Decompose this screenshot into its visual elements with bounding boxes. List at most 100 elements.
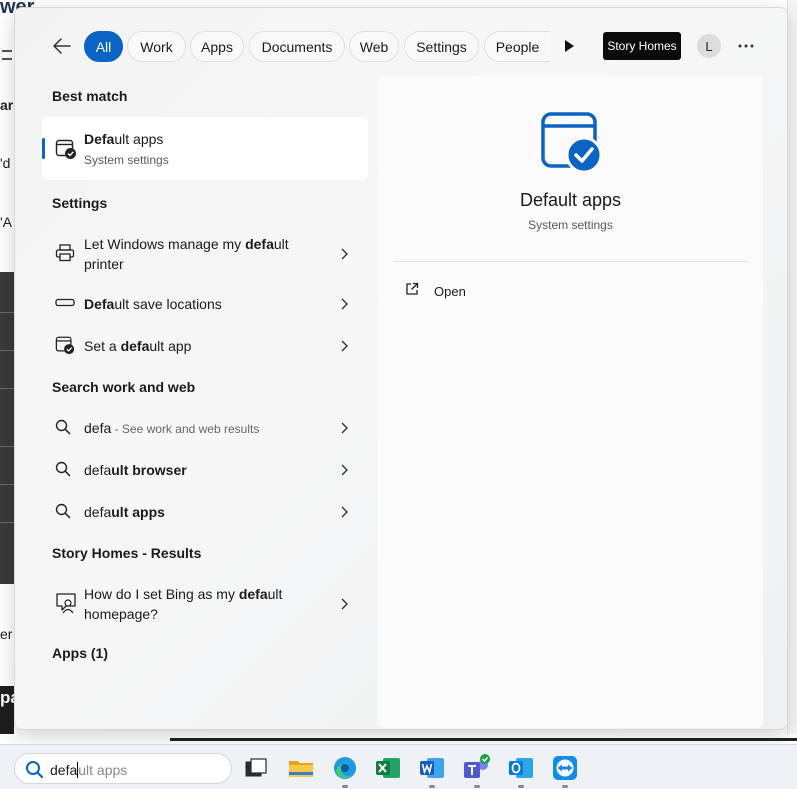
best-match-heading: Best match bbox=[52, 88, 128, 104]
result-label: default browser bbox=[84, 462, 187, 478]
file-explorer-button[interactable] bbox=[286, 753, 316, 783]
tab-people[interactable]: People bbox=[484, 31, 550, 62]
search-icon bbox=[55, 419, 71, 435]
chevron-right-icon bbox=[341, 506, 348, 518]
web-result-defa[interactable]: defa - See work and web results bbox=[42, 417, 368, 439]
org-result-bing-homepage[interactable]: How do I set Bing as my default homepage… bbox=[42, 582, 368, 626]
drive-icon bbox=[55, 298, 75, 307]
result-label: Set a default app bbox=[84, 338, 192, 354]
more-options-button[interactable] bbox=[735, 35, 757, 57]
organization-badge[interactable]: Story Homes bbox=[603, 32, 681, 60]
open-external-icon bbox=[406, 282, 419, 295]
search-icon bbox=[55, 461, 71, 477]
result-let-windows-manage-printer[interactable]: Let Windows manage my default printer bbox=[42, 232, 368, 276]
taskbar-search-box[interactable]: default apps bbox=[14, 753, 232, 784]
default-apps-icon bbox=[55, 336, 75, 355]
chevron-right-icon bbox=[341, 340, 348, 352]
running-indicator bbox=[518, 785, 524, 788]
running-indicator bbox=[429, 785, 435, 788]
task-view-icon bbox=[245, 758, 267, 777]
default-apps-large-icon bbox=[541, 112, 603, 174]
arrow-left-icon bbox=[53, 38, 71, 54]
search-query-text: default apps bbox=[50, 762, 128, 778]
excel-button[interactable] bbox=[373, 753, 403, 783]
ellipsis-icon bbox=[738, 44, 754, 48]
bg-dark-panel bbox=[0, 272, 14, 584]
apps-heading: Apps (1) bbox=[52, 645, 108, 661]
result-label: default apps bbox=[84, 504, 165, 520]
detail-pane: Default apps System settings Open bbox=[378, 76, 763, 728]
best-match-title: Default apps bbox=[84, 131, 164, 147]
result-set-a-default-app[interactable]: Set a default app bbox=[42, 335, 368, 357]
tab-web[interactable]: Web bbox=[349, 31, 399, 62]
result-label: defa - See work and web results bbox=[84, 420, 260, 436]
bg-divider bbox=[0, 522, 14, 523]
outlook-icon bbox=[509, 758, 533, 778]
running-indicator bbox=[342, 785, 348, 788]
bg-divider bbox=[0, 388, 14, 389]
organization-results-heading: Story Homes - Results bbox=[52, 545, 202, 561]
open-label: Open bbox=[434, 284, 466, 299]
chat-person-icon bbox=[56, 593, 76, 614]
teamviewer-button[interactable] bbox=[550, 753, 580, 788]
detail-divider bbox=[393, 261, 748, 262]
printer-icon bbox=[55, 244, 75, 262]
chevron-right-icon bbox=[341, 422, 348, 434]
back-button[interactable] bbox=[49, 33, 75, 59]
search-icon bbox=[55, 503, 71, 519]
result-label: Let Windows manage my default printer bbox=[84, 236, 289, 272]
teams-icon bbox=[464, 754, 490, 778]
task-view-button[interactable] bbox=[241, 753, 271, 783]
bg-text-fragment: 'A bbox=[0, 214, 13, 230]
folder-icon bbox=[289, 761, 313, 777]
tab-apps[interactable]: Apps bbox=[190, 31, 244, 62]
taskbar: default apps bbox=[0, 744, 797, 789]
bg-text-fragment: er bbox=[0, 626, 13, 642]
result-default-save-locations[interactable]: Default save locations bbox=[42, 293, 368, 315]
web-result-default-browser[interactable]: default browser bbox=[42, 459, 368, 481]
bg-divider bbox=[0, 484, 14, 485]
tab-settings[interactable]: Settings bbox=[404, 31, 479, 62]
bg-bottom-rule bbox=[0, 734, 797, 744]
bg-text-fragment: 'd bbox=[0, 155, 11, 171]
open-button[interactable]: Open bbox=[400, 279, 520, 303]
bg-list-icon bbox=[2, 50, 12, 60]
settings-heading: Settings bbox=[52, 195, 108, 211]
default-apps-icon bbox=[55, 139, 76, 159]
selection-indicator bbox=[42, 138, 45, 159]
detail-subtitle: System settings bbox=[528, 218, 613, 232]
tab-documents[interactable]: Documents bbox=[249, 31, 345, 62]
scroll-tabs-button[interactable] bbox=[559, 36, 579, 56]
excel-icon bbox=[376, 758, 400, 778]
play-icon bbox=[565, 40, 574, 52]
outlook-button[interactable] bbox=[506, 753, 536, 788]
bg-scrollbar bbox=[787, 0, 797, 745]
word-icon bbox=[420, 758, 444, 778]
best-match-subtitle: System settings bbox=[84, 153, 169, 167]
teams-button[interactable] bbox=[462, 753, 492, 788]
search-panel: All Work Apps Documents Web Settings Peo… bbox=[14, 7, 788, 730]
tab-work[interactable]: Work bbox=[127, 31, 186, 62]
avatar[interactable]: L bbox=[697, 34, 721, 58]
search-work-web-heading: Search work and web bbox=[52, 379, 196, 395]
chevron-right-icon bbox=[341, 248, 348, 260]
web-result-default-apps[interactable]: default apps bbox=[42, 501, 368, 523]
teamviewer-icon bbox=[553, 756, 577, 780]
chevron-right-icon bbox=[341, 464, 348, 476]
running-indicator bbox=[562, 785, 568, 788]
bg-divider bbox=[0, 350, 14, 351]
result-label: How do I set Bing as my default homepage… bbox=[84, 586, 283, 622]
tab-all[interactable]: All bbox=[84, 31, 123, 62]
running-indicator bbox=[474, 785, 480, 788]
chevron-right-icon bbox=[341, 598, 348, 610]
detail-title: Default apps bbox=[519, 190, 622, 210]
word-button[interactable] bbox=[417, 753, 447, 788]
edge-button[interactable] bbox=[330, 753, 360, 788]
edge-icon bbox=[334, 757, 356, 779]
best-match-result[interactable]: Default apps System settings bbox=[42, 117, 368, 180]
bg-divider bbox=[0, 446, 14, 447]
result-label: Default save locations bbox=[84, 296, 222, 312]
chevron-right-icon bbox=[341, 298, 348, 310]
bg-divider bbox=[0, 312, 14, 313]
search-icon bbox=[26, 761, 43, 778]
